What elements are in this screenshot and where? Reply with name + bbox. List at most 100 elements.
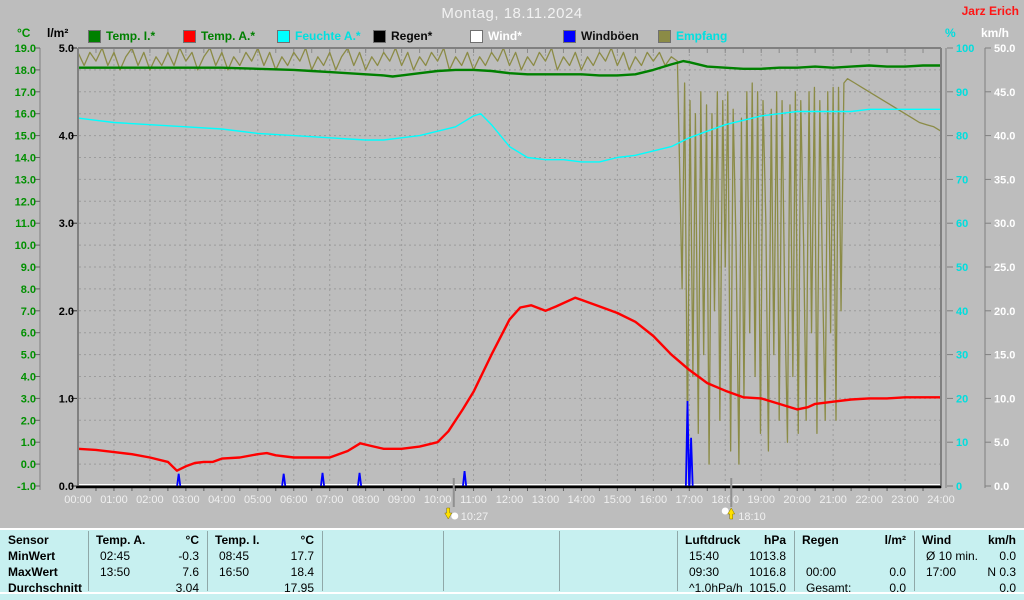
- summary-cell-empty: [322, 548, 443, 564]
- summary-col-header-empty: [443, 532, 559, 548]
- cell-label: 00:00: [806, 565, 837, 579]
- summary-cell-luftdruck: 15:40 1013.8: [677, 548, 794, 564]
- cell-value: N 0.3: [987, 565, 1016, 579]
- cell-label: 15:40: [689, 549, 720, 563]
- cell-value: 17.7: [290, 549, 314, 563]
- weather-chart: 19.0 18.0 17.0 16.0 15.0 14.0 13.0 12.0 11.0 10.0…: [15, 43, 1016, 523]
- svg-text:10.0: 10.0: [15, 240, 36, 252]
- table-divider: [794, 531, 795, 591]
- svg-text:0.0: 0.0: [994, 481, 1009, 493]
- station-name: Jarz Erich: [961, 4, 1019, 18]
- legend-label: Feuchte A.*: [295, 29, 361, 43]
- svg-text:10: 10: [956, 437, 968, 449]
- summary-divider-line: [0, 592, 1024, 594]
- legend-item-temp-i: Temp. I.*: [88, 29, 155, 43]
- summary-cell-temp-i-: 08:45 17.7: [207, 548, 322, 564]
- svg-text:4.0: 4.0: [59, 131, 74, 143]
- title-bar: Montag, 18.11.2024: [0, 5, 1024, 22]
- svg-text:12.0: 12.0: [15, 196, 36, 208]
- weather-station-window: 19.0 18.0 17.0 16.0 15.0 14.0 13.0 12.0 11.0 10.0…: [0, 0, 1024, 600]
- legend-label: Windböen: [581, 29, 639, 43]
- svg-text:35.0: 35.0: [994, 174, 1015, 186]
- summary-col-header-temp-a-: Temp. A. °C: [88, 532, 207, 548]
- svg-text:0.0: 0.0: [59, 481, 74, 493]
- legend-label: Wind*: [488, 29, 522, 43]
- svg-text:14:00: 14:00: [568, 494, 596, 506]
- table-divider: [322, 531, 323, 591]
- svg-text:2.0: 2.0: [59, 306, 74, 318]
- svg-text:18.0: 18.0: [15, 65, 36, 77]
- legend-label: Temp. I.*: [106, 29, 156, 43]
- chart-legend: Temp. I.* Temp. A.* Feuchte A.* Regen* Wind*…: [0, 29, 1024, 43]
- svg-text:50.0: 50.0: [994, 43, 1015, 55]
- cell-label: Temp. A.: [96, 533, 146, 547]
- summary-col-header-empty: [559, 532, 677, 548]
- svg-text:01:00: 01:00: [100, 494, 128, 506]
- svg-text:17.0: 17.0: [15, 87, 36, 99]
- svg-text:4.0: 4.0: [21, 372, 36, 384]
- summary-col-header-empty: [322, 532, 443, 548]
- legend-swatch: [183, 29, 196, 43]
- summary-panel: Sensor MinWert MaxWert Durchschnitt Temp. A.…: [0, 528, 1024, 600]
- svg-text:02:00: 02:00: [136, 494, 164, 506]
- svg-text:21:00: 21:00: [819, 494, 847, 506]
- legend-item-wind: Wind*: [470, 29, 522, 43]
- svg-text:15.0: 15.0: [15, 131, 36, 143]
- cell-value: 0.0: [999, 549, 1016, 563]
- summary-cell-empty: [559, 564, 677, 580]
- summary-cell-empty: [443, 564, 559, 580]
- summary-col-header-wind: Wind km/h: [914, 532, 1024, 548]
- svg-text:3.0: 3.0: [21, 393, 36, 405]
- svg-text:22:00: 22:00: [855, 494, 883, 506]
- summary-cell-empty: [443, 548, 559, 564]
- y-axis-humidity-labels: 1009080706050403020100: [947, 43, 974, 493]
- summary-row-label: Sensor: [8, 533, 49, 547]
- legend-swatch: [658, 29, 671, 43]
- summary-col-header-temp-i-: Temp. I. °C: [207, 532, 322, 548]
- summary-cell-empty: [322, 564, 443, 580]
- svg-text:5.0: 5.0: [59, 43, 74, 55]
- svg-text:07:00: 07:00: [316, 494, 344, 506]
- svg-text:30.0: 30.0: [994, 218, 1015, 230]
- svg-text:23:00: 23:00: [891, 494, 919, 506]
- cell-value: 0.0: [889, 565, 906, 579]
- svg-text:45.0: 45.0: [994, 87, 1015, 99]
- summary-col-header-regen: Regen l/m²: [794, 532, 914, 548]
- svg-text:5.0: 5.0: [994, 437, 1009, 449]
- svg-text:-1.0: -1.0: [17, 481, 36, 493]
- svg-text:3.0: 3.0: [59, 218, 74, 230]
- legend-item-regen: Regen*: [373, 29, 432, 43]
- moonrise-icon: [721, 507, 736, 520]
- cell-value: °C: [185, 533, 199, 547]
- legend-swatch: [470, 29, 483, 43]
- svg-text:20:00: 20:00: [783, 494, 811, 506]
- summary-cell-empty: [559, 548, 677, 564]
- legend-item-temp-a: Temp. A.*: [183, 29, 255, 43]
- summary-cell-luftdruck: 09:30 1016.8: [677, 564, 794, 580]
- legend-swatch: [373, 29, 386, 43]
- svg-text:06:00: 06:00: [280, 494, 308, 506]
- cell-value: l/m²: [884, 533, 906, 547]
- svg-text:04:00: 04:00: [208, 494, 236, 506]
- y-axis-rain-labels: 5.0 4.0 3.0 2.0 1.0 0.0: [59, 43, 77, 493]
- svg-text:40.0: 40.0: [994, 131, 1015, 143]
- y-axis-wind-labels: 50.0 45.0 40.0 35.0 30.0 25.0 20.0 15.0 10.0 5.0 0…: [985, 43, 1015, 493]
- svg-text:25.0: 25.0: [994, 262, 1015, 274]
- legend-swatch: [277, 29, 290, 43]
- cell-label: Ø 10 min.: [926, 549, 979, 563]
- svg-text:08:00: 08:00: [352, 494, 380, 506]
- svg-text:17:00: 17:00: [676, 494, 704, 506]
- cell-label: Wind: [922, 533, 952, 547]
- y-axis-temp-labels: 19.0 18.0 17.0 16.0 15.0 14.0 13.0 12.0 11.0 10.0…: [15, 43, 40, 493]
- svg-text:10:00: 10:00: [424, 494, 452, 506]
- legend-label: Empfang: [676, 29, 728, 43]
- cell-value: km/h: [987, 533, 1016, 547]
- summary-cell-regen: 00:00 0.0: [794, 564, 914, 580]
- summary-cell-temp-a-: 02:45 -0.3: [88, 548, 207, 564]
- svg-text:13.0: 13.0: [15, 174, 36, 186]
- svg-text:8.0: 8.0: [21, 284, 36, 296]
- page-title: Montag, 18.11.2024: [441, 5, 583, 22]
- cell-label: Temp. I.: [215, 533, 260, 547]
- cell-label: 13:50: [100, 565, 131, 579]
- moonset-icon: [444, 507, 459, 520]
